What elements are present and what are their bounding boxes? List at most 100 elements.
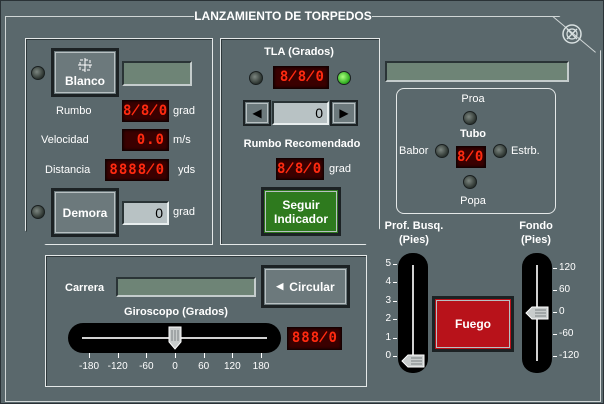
circular-button[interactable]: ◀ Circular	[261, 265, 350, 308]
tla-display: 8̸8̸0	[273, 66, 329, 89]
circular-button-label: Circular	[289, 279, 335, 294]
giroscopo-scale-label: 180	[252, 361, 270, 372]
giroscopo-scale-tick	[146, 353, 148, 358]
prof-busq-scale-label: 2	[385, 313, 391, 325]
left-arrow-icon: ◀	[252, 106, 262, 120]
prof-busq-scale-label: 1	[385, 331, 391, 343]
crosshair-icon	[78, 57, 92, 72]
prof-busq-label-1: Prof. Busq.	[384, 220, 444, 232]
giroscopo-scale-label: -120	[107, 361, 128, 372]
distancia-unit: yds	[178, 164, 196, 176]
fondo-thumb[interactable]	[525, 306, 549, 320]
prof-busq-scale-tick	[393, 356, 397, 357]
prof-busq-label-2: (Pies)	[399, 234, 429, 246]
estribor-label: Estrb.	[511, 145, 540, 157]
seguir-label-line-2: Indicador	[273, 211, 328, 226]
demora-field[interactable]: 0	[122, 201, 169, 225]
babor-light[interactable]	[435, 144, 449, 158]
blanco-button-label: Blanco	[64, 73, 105, 88]
giroscopo-thumb[interactable]	[168, 326, 182, 350]
prof-busq-scale-tick	[393, 319, 397, 321]
prof-busq-slider[interactable]	[398, 253, 428, 373]
prof-busq-label: Prof. Busq. (Pies)	[377, 219, 451, 247]
fondo-scale-label: 0	[559, 306, 565, 317]
prof-busq-scale-label: 3	[385, 294, 391, 306]
rumbo-recomendado-label: Rumbo Recomendado	[243, 138, 361, 150]
fondo-label-2: (Pies)	[521, 234, 551, 246]
seguir-indicador-button[interactable]: Seguir Indicador	[261, 187, 341, 236]
fuego-button[interactable]: Fuego	[432, 296, 514, 352]
prof-busq-scale-tick	[393, 282, 397, 284]
giroscopo-scale-tick	[117, 353, 119, 358]
carrera-field	[116, 277, 256, 297]
tla-light-left	[249, 71, 263, 85]
fondo-scale-tick	[553, 334, 557, 335]
rumbo-recomendado-display: 8̸8̸0	[276, 158, 324, 180]
babor-label: Babor	[399, 145, 429, 157]
popa-label: Popa	[460, 195, 486, 207]
demora-button-label: Demora	[62, 205, 108, 220]
carrera-label: Carrera	[65, 282, 105, 294]
fuego-button-label: Fuego	[455, 317, 491, 331]
giroscopo-scale-label: -180	[78, 361, 99, 372]
giroscopo-slider[interactable]	[68, 323, 281, 353]
distancia-label: Distancia	[45, 164, 91, 176]
fondo-scale-tick	[553, 356, 557, 357]
rumbo-display: 8̸8̸0	[122, 100, 169, 122]
giroscopo-label: Giroscopo (Grados)	[124, 306, 228, 318]
prof-busq-track	[412, 265, 414, 361]
velocidad-display: 0.0	[122, 129, 169, 151]
prof-busq-thumb[interactable]	[401, 354, 425, 368]
distancia-display: 8888̸0	[105, 159, 169, 181]
prof-busq-scale-tick	[393, 337, 397, 339]
rumbo-label: Rumbo	[56, 105, 92, 117]
fondo-scale-tick	[553, 312, 557, 313]
tla-decrease-button[interactable]: ◀	[243, 100, 271, 126]
fondo-label: Fondo (Pies)	[509, 219, 563, 247]
close-icon[interactable]	[561, 23, 583, 45]
rumbo-recomendado-unit: grad	[329, 163, 352, 175]
panel-title: LANZAMIENTO DE TORPEDOS	[194, 9, 372, 23]
tubo-label: Tubo	[459, 128, 487, 140]
fondo-scale-label: 60	[559, 284, 571, 295]
estribor-light[interactable]	[493, 144, 507, 158]
torpedo-launch-panel: LANZAMIENTO DE TORPEDOS Blanco Rumbo 8̸8…	[0, 0, 604, 404]
velocidad-unit: m/s	[173, 134, 191, 146]
fondo-scale-label: -120	[559, 350, 580, 361]
prof-busq-scale-tick	[393, 300, 397, 302]
status-field	[385, 61, 569, 82]
tla-increase-button[interactable]: ▶	[330, 100, 358, 126]
tubo-display: 8̸0	[456, 146, 486, 168]
right-arrow-icon: ▶	[339, 106, 349, 120]
seguir-label-line-1: Seguir	[282, 197, 320, 212]
blanco-field	[122, 61, 192, 86]
giroscopo-scale-tick	[232, 353, 234, 358]
giroscopo-scale-label: -60	[139, 361, 154, 372]
giroscopo-scale-tick	[261, 353, 262, 358]
tla-label: TLA (Grados)	[264, 46, 334, 58]
tla-stepper-field[interactable]: 0	[272, 101, 329, 125]
blanco-indicator-light	[31, 66, 45, 80]
fondo-scale-label: -60	[559, 328, 574, 339]
tla-light-right	[337, 71, 351, 85]
fondo-label-1: Fondo	[519, 220, 553, 232]
prof-busq-scale-label: 0	[385, 350, 391, 361]
fondo-scale-label: 120	[559, 262, 576, 273]
demora-button[interactable]: Demora	[51, 188, 119, 237]
popa-light[interactable]	[463, 175, 477, 189]
giroscopo-scale-label: 0	[172, 361, 178, 372]
prof-busq-scale-tick	[393, 264, 397, 265]
giroscopo-scale-label: 120	[223, 361, 241, 372]
demora-indicator-light	[31, 205, 45, 219]
giroscopo-scale-tick	[89, 353, 90, 358]
giroscopo-scale-tick	[175, 353, 176, 358]
blanco-button[interactable]: Blanco	[51, 48, 119, 97]
fondo-slider[interactable]	[522, 253, 552, 373]
prof-busq-scale-label: 4	[385, 276, 391, 288]
rumbo-unit: grad	[173, 105, 196, 117]
proa-light[interactable]	[463, 111, 477, 125]
proa-label: Proa	[461, 93, 485, 105]
giroscopo-display: 888̸0	[287, 327, 342, 350]
prof-busq-scale-label: 5	[385, 258, 391, 269]
demora-unit: grad	[173, 206, 196, 218]
